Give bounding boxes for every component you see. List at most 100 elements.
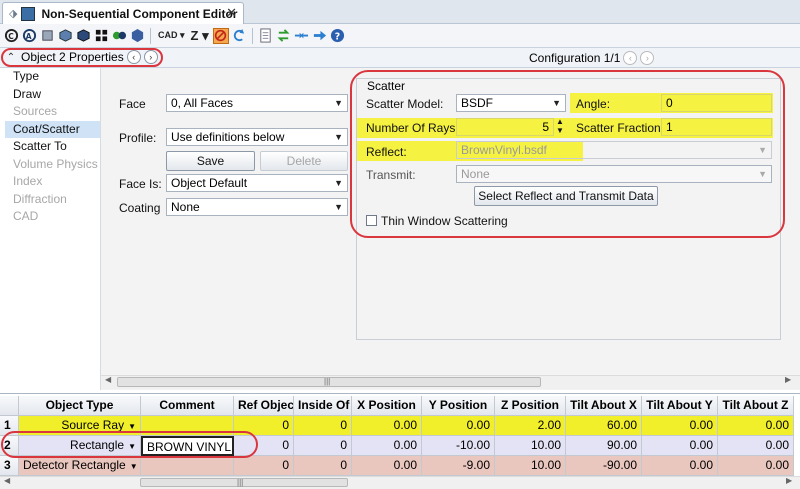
y-position-cell[interactable]: -10.00	[422, 436, 495, 456]
tilt-x-cell[interactable]: 60.00	[566, 416, 642, 436]
close-tab-icon[interactable]: ✕	[226, 5, 237, 21]
profile-select[interactable]: Use definitions below ▼	[166, 128, 348, 146]
cube-dark-icon[interactable]	[75, 28, 91, 44]
column-header[interactable]: Object Type	[19, 396, 141, 416]
column-header[interactable]: X Position	[352, 396, 422, 416]
inside-of-cell[interactable]: 0	[294, 456, 352, 476]
tilt-y-cell[interactable]: 0.00	[642, 456, 718, 476]
properties-scroll-thumb[interactable]: |||	[117, 377, 541, 387]
tilt-y-cell[interactable]: 0.00	[642, 416, 718, 436]
previous-config-button[interactable]: ‹	[623, 51, 638, 65]
column-header[interactable]: Inside Of	[294, 396, 352, 416]
row-number[interactable]: 2	[0, 436, 19, 456]
tilt-z-cell[interactable]: 0.00	[718, 436, 794, 456]
column-header[interactable]: Z Position	[495, 396, 566, 416]
table-row[interactable]: 2 Rectangle ▼ BROWN VINYL... 0 0 0.00 -10…	[0, 436, 800, 456]
inside-of-cell[interactable]: 0	[294, 436, 352, 456]
grid-icon[interactable]	[93, 28, 109, 44]
face-select[interactable]: 0, All Faces ▼	[166, 94, 348, 112]
z-position-cell[interactable]: 2.00	[495, 416, 566, 436]
inside-of-cell[interactable]: 0	[294, 416, 352, 436]
grid-hscrollbar[interactable]: ◀ ||| ▶	[0, 476, 800, 489]
coating-label: Coating	[119, 201, 161, 215]
y-position-cell[interactable]: 0.00	[422, 416, 495, 436]
column-header[interactable]: Y Position	[422, 396, 495, 416]
object-icon[interactable]	[39, 28, 55, 44]
swap-icon[interactable]	[276, 28, 292, 44]
number-of-rays-field[interactable]: 5	[456, 118, 554, 136]
save-button[interactable]: Save	[166, 151, 255, 171]
face-is-select[interactable]: Object Default ▼	[166, 174, 348, 192]
scroll-left-icon[interactable]: ◀	[105, 375, 111, 384]
nav-item-coat-scatter[interactable]: Coat/Scatter	[5, 120, 100, 138]
rays-spinner-icon[interactable]: ▲ ▼	[556, 117, 564, 135]
nav-item-type[interactable]: Type	[5, 68, 100, 86]
scroll-right-icon[interactable]: ▶	[786, 476, 792, 485]
pin-icon[interactable]: ⬗	[9, 7, 17, 20]
scroll-left-icon[interactable]: ◀	[4, 476, 10, 485]
ref-object-cell[interactable]: 0	[234, 436, 294, 456]
column-header[interactable]: Comment	[141, 396, 234, 416]
tilt-z-cell[interactable]: 0.00	[718, 456, 794, 476]
collapse-icon[interactable]: ⌃	[4, 50, 18, 64]
table-row[interactable]: 3 Detector Rectangle ▼ 0 0 0.00 -9.00 10.…	[0, 456, 800, 476]
row-number[interactable]: 3	[0, 456, 19, 476]
column-header[interactable]: Tilt About Y	[642, 396, 718, 416]
comment-cell[interactable]	[141, 456, 234, 476]
properties-hscrollbar[interactable]: ◀ ||| ▶	[101, 375, 800, 389]
grid-scroll-thumb[interactable]: |||	[140, 478, 348, 487]
chevron-down-icon[interactable]: ▼	[130, 462, 138, 471]
x-position-cell[interactable]: 0.00	[352, 436, 422, 456]
column-header[interactable]: Tilt About X	[566, 396, 642, 416]
converge-icon[interactable]	[294, 28, 310, 44]
object-type-cell[interactable]: Source Ray ▼	[19, 416, 141, 436]
tilt-z-cell[interactable]: 0.00	[718, 416, 794, 436]
x-position-cell[interactable]: 0.00	[352, 416, 422, 436]
column-header[interactable]: Tilt About Z	[718, 396, 794, 416]
z-position-cell[interactable]: 10.00	[495, 436, 566, 456]
tilt-y-cell[interactable]: 0.00	[642, 436, 718, 456]
row-number[interactable]: 1	[0, 416, 19, 436]
angle-field[interactable]: 0	[661, 94, 772, 112]
help-icon[interactable]: ?	[330, 28, 346, 44]
comment-cell[interactable]	[141, 416, 234, 436]
y-position-cell[interactable]: -9.00	[422, 456, 495, 476]
next-object-button[interactable]: ›	[143, 50, 158, 64]
table-row[interactable]: 1 Source Ray ▼ 0 0 0.00 0.00 2.00 60.00 0…	[0, 416, 800, 436]
comment-cell[interactable]: BROWN VINYL...	[141, 436, 234, 456]
ref-object-cell[interactable]: 0	[234, 456, 294, 476]
previous-object-button[interactable]: ‹	[126, 50, 141, 64]
chevron-down-icon[interactable]: ▼	[128, 422, 136, 431]
x-position-cell[interactable]: 0.00	[352, 456, 422, 476]
nav-item-draw[interactable]: Draw	[5, 86, 100, 104]
sphere-icon[interactable]	[111, 28, 127, 44]
chevron-down-icon[interactable]: ▼	[128, 442, 136, 451]
hexagon-icon[interactable]	[129, 28, 145, 44]
column-header[interactable]: Ref Object	[234, 396, 294, 416]
ref-object-cell[interactable]: 0	[234, 416, 294, 436]
next-config-button[interactable]: ›	[640, 51, 655, 65]
z-menu-button[interactable]: Z ▾	[189, 28, 211, 44]
object-type-cell[interactable]: Detector Rectangle ▼	[19, 456, 141, 476]
coating-select[interactable]: None ▼	[166, 198, 348, 216]
arrow-right-icon[interactable]	[312, 28, 328, 44]
select-reflect-transmit-button[interactable]: Select Reflect and Transmit Data	[474, 186, 658, 206]
document-icon[interactable]	[258, 28, 274, 44]
stop-icon[interactable]	[212, 27, 229, 44]
object-type-cell[interactable]: Rectangle ▼	[19, 436, 141, 456]
editor-tab[interactable]: ⬗ Non-Sequential Component Editor ✕	[2, 2, 244, 24]
refresh-icon[interactable]: C	[3, 28, 19, 44]
thin-window-checkbox[interactable]	[366, 215, 377, 226]
z-position-cell[interactable]: 10.00	[495, 456, 566, 476]
cad-menu-button[interactable]: CAD ▾	[156, 30, 187, 41]
undo-icon[interactable]	[231, 28, 247, 44]
update-all-icon[interactable]: A	[21, 28, 37, 44]
tilt-x-cell[interactable]: -90.00	[566, 456, 642, 476]
scatter-model-select[interactable]: BSDF ▼	[456, 94, 566, 112]
nav-item-sources: Sources	[13, 104, 58, 118]
scroll-right-icon[interactable]: ▶	[785, 375, 791, 384]
nav-item-scatter-to[interactable]: Scatter To	[5, 138, 100, 156]
tilt-x-cell[interactable]: 90.00	[566, 436, 642, 456]
cube-icon[interactable]	[57, 28, 73, 44]
scatter-fraction-field[interactable]: 1	[661, 118, 772, 136]
